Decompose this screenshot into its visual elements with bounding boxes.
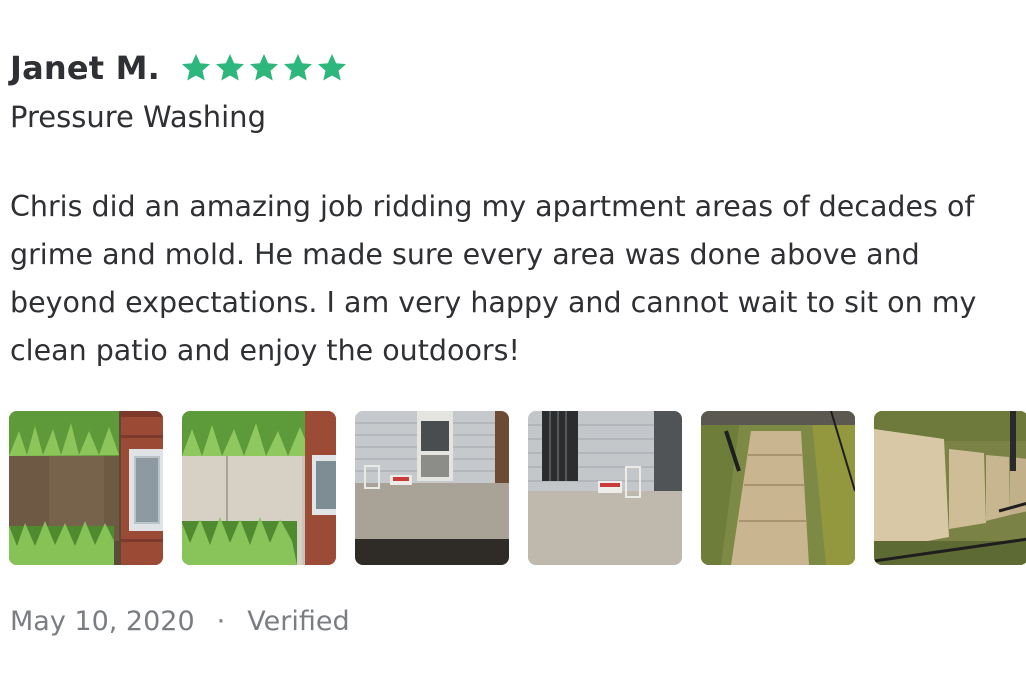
review-photo-1[interactable] (9, 411, 163, 565)
review-photo-2[interactable] (182, 411, 336, 565)
service-name: Pressure Washing (10, 100, 266, 134)
verified-status: Verified (247, 606, 350, 637)
review-header: Janet M. (10, 44, 348, 92)
review-photo-5[interactable] (701, 411, 855, 565)
review-photo-6[interactable] (874, 411, 1026, 565)
review-meta: May 10, 2020 · Verified (10, 606, 350, 637)
review-text: Chris did an amazing job ridding my apar… (10, 190, 977, 367)
star-rating (180, 52, 348, 84)
star-icon (318, 54, 347, 81)
star-icon (284, 54, 313, 81)
star-icon (182, 54, 211, 81)
review-photo-4[interactable] (528, 411, 682, 565)
star-icon (216, 54, 245, 81)
photo-strip (9, 411, 1026, 565)
star-icon (250, 54, 279, 81)
review-photo-3[interactable] (355, 411, 509, 565)
review-card: Janet M. Pressure Washing Chris did an a… (0, 0, 1026, 677)
reviewer-name: Janet M. (10, 49, 161, 87)
review-date: May 10, 2020 (10, 606, 195, 637)
meta-separator: · (216, 606, 226, 637)
